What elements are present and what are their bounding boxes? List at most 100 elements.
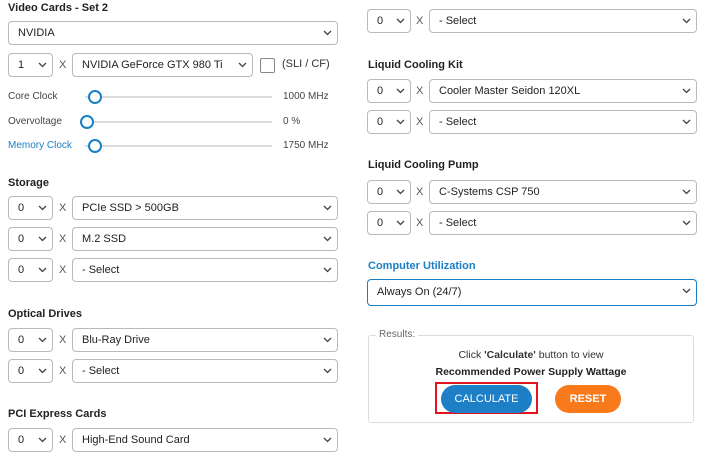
chevron-down-icon — [396, 111, 405, 133]
chevron-down-icon — [682, 181, 691, 203]
liquid-pump-qty-select-1[interactable]: 0 — [367, 180, 411, 204]
core-clock-label: Core Clock — [8, 91, 58, 102]
item-value: High-End Sound Card — [82, 434, 190, 446]
gpu-model-value: NVIDIA GeForce GTX 980 Ti — [82, 59, 223, 71]
qty-value: 0 — [18, 365, 25, 377]
chevron-down-icon — [38, 228, 47, 250]
results-instruction: Click 'Calculate' button to view — [368, 349, 694, 361]
times-symbol: X — [59, 334, 67, 346]
core-clock-track[interactable] — [85, 96, 272, 98]
qty-value: 0 — [18, 334, 25, 346]
core-clock-slider-handle[interactable] — [88, 90, 102, 104]
item-value: - Select — [439, 116, 477, 128]
chevron-down-icon — [38, 360, 47, 382]
reset-button[interactable]: RESET — [555, 385, 621, 413]
storage-item-select-2[interactable]: M.2 SSD — [72, 227, 338, 251]
liquid-pump-item-select-2[interactable]: - Select — [429, 211, 697, 235]
pcie-qty-select-1[interactable]: 0 — [8, 428, 53, 452]
chevron-down-icon — [38, 429, 47, 451]
chevron-down-icon — [323, 228, 332, 250]
chevron-down-icon — [38, 329, 47, 351]
storage-qty-select-2[interactable]: 0 — [8, 227, 53, 251]
chevron-down-icon — [396, 212, 405, 234]
gpu-model-select[interactable]: NVIDIA GeForce GTX 980 Ti — [72, 53, 253, 77]
item-value: - Select — [82, 365, 120, 377]
chevron-down-icon — [396, 80, 405, 102]
liquid-kit-qty-select-1[interactable]: 0 — [367, 79, 411, 103]
optical-qty-select-2[interactable]: 0 — [8, 359, 53, 383]
item-value: PCIe SSD > 500GB — [82, 202, 179, 214]
times-symbol: X — [416, 186, 424, 198]
qty-value: 0 — [18, 264, 25, 276]
liquid-kit-qty-select-2[interactable]: 0 — [367, 110, 411, 134]
optical-drives-title: Optical Drives — [8, 308, 82, 320]
overvoltage-value: 0 % — [283, 116, 301, 127]
times-symbol: X — [59, 264, 67, 276]
overvoltage-label: Overvoltage — [8, 116, 62, 127]
liquid-cooling-pump-title: Liquid Cooling Pump — [368, 159, 479, 171]
liquid-pump-qty-select-2[interactable]: 0 — [367, 211, 411, 235]
optical-item-select-2[interactable]: - Select — [72, 359, 338, 383]
chevron-down-icon — [323, 329, 332, 351]
memory-clock-slider-handle[interactable] — [88, 139, 102, 153]
liquid-kit-item-select-1[interactable]: Cooler Master Seidon 120XL — [429, 79, 697, 103]
overvoltage-track[interactable] — [85, 121, 272, 123]
qty-value: 0 — [377, 85, 384, 97]
qty-value: 0 — [18, 202, 25, 214]
qty-value: 0 — [377, 186, 384, 198]
item-value: C-Systems CSP 750 — [439, 186, 540, 198]
times-symbol: X — [416, 15, 424, 27]
memory-clock-label: Memory Clock — [8, 140, 72, 151]
storage-title: Storage — [8, 177, 49, 189]
computer-utilization-title: Computer Utilization — [368, 260, 476, 272]
utilization-select[interactable]: Always On (24/7) — [367, 279, 697, 306]
storage-qty-select-3[interactable]: 0 — [8, 258, 53, 282]
sli-label: (SLI / CF) — [282, 58, 330, 70]
chevron-down-icon — [38, 54, 47, 76]
chevron-down-icon — [38, 259, 47, 281]
storage-item-select-1[interactable]: PCIe SSD > 500GB — [72, 196, 338, 220]
chevron-down-icon — [682, 212, 691, 234]
pcie-item-select-1[interactable]: High-End Sound Card — [72, 428, 338, 452]
chevron-down-icon — [682, 10, 691, 32]
qty-value: 0 — [377, 217, 384, 229]
core-clock-value: 1000 MHz — [283, 91, 329, 102]
item-value: - Select — [439, 217, 477, 229]
qty-value: 0 — [377, 15, 384, 27]
overvoltage-slider-handle[interactable] — [80, 115, 94, 129]
calculate-button[interactable]: CALCULATE — [441, 385, 532, 413]
memory-clock-track[interactable] — [85, 145, 272, 147]
results-legend: Results: — [376, 329, 419, 340]
chevron-down-icon — [682, 111, 691, 133]
top-item-select[interactable]: - Select — [429, 9, 697, 33]
liquid-kit-item-select-2[interactable]: - Select — [429, 110, 697, 134]
times-symbol: X — [59, 365, 67, 377]
chevron-down-icon — [323, 259, 332, 281]
optical-item-select-1[interactable]: Blu-Ray Drive — [72, 328, 338, 352]
sli-checkbox[interactable] — [260, 58, 275, 73]
chevron-down-icon — [38, 197, 47, 219]
optical-qty-select-1[interactable]: 0 — [8, 328, 53, 352]
chevron-down-icon — [323, 429, 332, 451]
times-symbol: X — [416, 116, 424, 128]
pci-express-title: PCI Express Cards — [8, 408, 107, 420]
storage-qty-select-1[interactable]: 0 — [8, 196, 53, 220]
memory-clock-value: 1750 MHz — [283, 140, 329, 151]
item-value: - Select — [439, 15, 477, 27]
times-symbol: X — [59, 233, 67, 245]
chevron-down-icon — [323, 360, 332, 382]
item-value: Cooler Master Seidon 120XL — [439, 85, 581, 97]
times-symbol: X — [59, 434, 67, 446]
item-value: M.2 SSD — [82, 233, 127, 245]
chevron-down-icon — [323, 22, 332, 44]
item-value: Blu-Ray Drive — [82, 334, 150, 346]
top-qty-select[interactable]: 0 — [367, 9, 411, 33]
gpu-brand-select[interactable]: NVIDIA — [8, 21, 338, 45]
gpu-qty-select[interactable]: 1 — [8, 53, 53, 77]
chevron-down-icon — [682, 280, 691, 305]
storage-item-select-3[interactable]: - Select — [72, 258, 338, 282]
video-cards-title: Video Cards - Set 2 — [8, 2, 109, 14]
chevron-down-icon — [323, 197, 332, 219]
liquid-pump-item-select-1[interactable]: C-Systems CSP 750 — [429, 180, 697, 204]
chevron-down-icon — [396, 10, 405, 32]
